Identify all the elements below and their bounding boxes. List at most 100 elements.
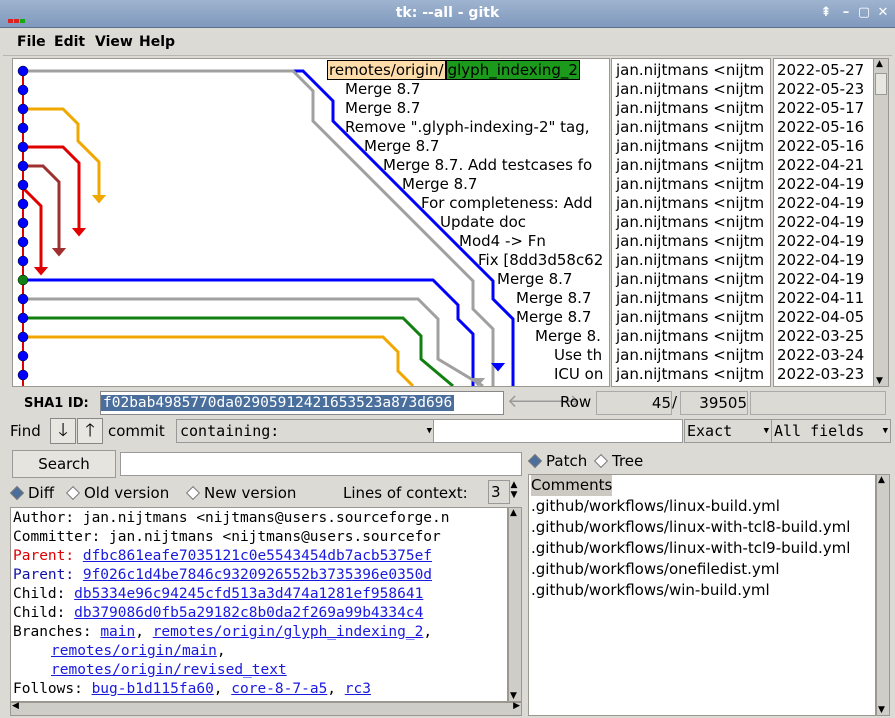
child-link[interactable]: db379086d0fb5a29182c8b0da2f269a99b4334c4 xyxy=(74,605,423,621)
branch-link[interactable]: main xyxy=(100,624,135,640)
scroll-down-icon[interactable]: ▼ xyxy=(878,705,885,715)
commit-author[interactable]: jan.nijtmans <nijtm xyxy=(616,365,764,384)
commit-date[interactable]: 2022-04-19 xyxy=(777,251,864,270)
commit-date[interactable]: 2022-05-27 xyxy=(777,61,864,80)
commit-author[interactable]: jan.nijtmans <nijtm xyxy=(616,194,764,213)
fields-select[interactable]: All fields ▼ xyxy=(771,419,891,443)
file-list-item[interactable]: Comments xyxy=(531,475,613,496)
commit-date[interactable]: 2022-05-23 xyxy=(777,80,864,99)
commit-author[interactable]: jan.nijtmans <nijtm xyxy=(616,289,764,308)
commit-subject[interactable]: Merge 8. xyxy=(535,327,601,346)
commit-date[interactable]: 2022-04-19 xyxy=(777,232,864,251)
find-up-icon[interactable]: 🡑 xyxy=(77,418,103,444)
file-list-item[interactable]: .github/workflows/onefiledist.yml xyxy=(531,559,780,580)
commit-date[interactable]: 2022-04-19 xyxy=(777,194,864,213)
commit-dot[interactable] xyxy=(17,312,29,324)
close-icon[interactable]: ✕ xyxy=(875,5,891,20)
branch-tag[interactable]: glyph_indexing_2 xyxy=(445,60,580,80)
commit-subject[interactable]: Merge 8.7 xyxy=(345,80,420,99)
search-button[interactable]: Search xyxy=(12,450,116,478)
commit-date[interactable]: 2022-04-21 xyxy=(777,156,864,175)
commit-author[interactable]: jan.nijtmans <nijtm xyxy=(616,251,764,270)
old-version-radio[interactable]: Old version xyxy=(65,484,169,502)
details-hscrollbar[interactable]: ◀ ▶ xyxy=(10,701,522,716)
scroll-up-icon[interactable]: ▲ xyxy=(510,508,517,518)
new-version-radio[interactable]: New version xyxy=(185,484,296,502)
commit-date[interactable]: 2022-04-19 xyxy=(777,270,864,289)
commit-author[interactable]: jan.nijtmans <nijtm xyxy=(616,308,764,327)
commit-author[interactable]: jan.nijtmans <nijtm xyxy=(616,137,764,156)
maximize-icon[interactable]: ▢ xyxy=(856,5,872,20)
commit-author[interactable]: jan.nijtmans <nijtm xyxy=(616,327,764,346)
commit-subject[interactable]: For completeness: Add xyxy=(421,194,593,213)
find-mode-select[interactable]: containing: ▼ xyxy=(176,419,435,443)
details-scrollbar[interactable]: ▲ ▼ xyxy=(508,507,522,702)
shade-icon[interactable]: ⇞ xyxy=(818,5,834,20)
commit-author[interactable]: jan.nijtmans <nijtm xyxy=(616,80,764,99)
commit-date[interactable]: 2022-03-25 xyxy=(777,327,864,346)
commit-author[interactable]: jan.nijtmans <nijtm xyxy=(616,118,764,137)
commit-dot[interactable] xyxy=(17,122,29,134)
commit-date[interactable]: 2022-04-19 xyxy=(777,175,864,194)
commit-dot[interactable] xyxy=(17,84,29,96)
commit-dot[interactable] xyxy=(17,65,29,77)
author-column[interactable]: jan.nijtmans <nijtm jan.nijtmans <nijtm ja… xyxy=(611,58,771,387)
commit-subject[interactable]: Mod4 -> Fn xyxy=(459,232,546,251)
commit-subject[interactable]: Merge 8.7 xyxy=(497,270,572,289)
menu-view[interactable]: View xyxy=(95,34,133,50)
commit-details[interactable]: Author: jan.nijtmans <nijtmans@users.sou… xyxy=(10,507,508,702)
commit-dot[interactable] xyxy=(17,236,29,248)
commit-author[interactable]: jan.nijtmans <nijtm xyxy=(616,175,764,194)
menu-help[interactable]: Help xyxy=(139,34,175,50)
commit-author[interactable]: jan.nijtmans <nijtm xyxy=(616,213,764,232)
commit-subject[interactable]: Merge 8.7. Add testcases fo xyxy=(383,156,592,175)
commit-date[interactable]: 2022-03-24 xyxy=(777,346,864,365)
file-list[interactable]: Comments .github/workflows/linux-build.y… xyxy=(528,474,876,716)
commit-dot[interactable] xyxy=(17,255,29,267)
commit-author[interactable]: jan.nijtmans <nijtm xyxy=(616,232,764,251)
file-list-item[interactable]: .github/workflows/linux-with-tcl8-build.… xyxy=(531,517,850,538)
menu-edit[interactable]: Edit xyxy=(54,34,85,50)
file-list-item[interactable]: .github/workflows/linux-with-tcl9-build.… xyxy=(531,538,850,559)
forward-arrow-icon[interactable]: 🡒 xyxy=(532,391,580,413)
scroll-up-icon[interactable]: ▲ xyxy=(878,475,885,485)
commit-subject[interactable]: Remove ".glyph-indexing-2" tag, xyxy=(345,118,590,137)
commit-subject[interactable]: Merge 8.7 xyxy=(345,99,420,118)
commit-dot[interactable] xyxy=(17,179,29,191)
tree-radio[interactable]: Tree xyxy=(593,452,643,470)
commit-subject[interactable]: Fix [8dd3d58c62 xyxy=(478,251,603,270)
patch-radio[interactable]: Patch xyxy=(527,452,587,470)
tag-link[interactable]: bug-b1d115fa60 xyxy=(92,681,214,697)
commit-dot[interactable] xyxy=(17,274,29,286)
commit-dot[interactable] xyxy=(17,217,29,229)
sha-input[interactable]: f02bab4985770da02905912421653523a873d696 xyxy=(100,391,504,415)
commit-date[interactable]: 2022-05-17 xyxy=(777,99,864,118)
context-input[interactable]: 3 xyxy=(488,480,510,504)
commit-date[interactable]: 2022-04-11 xyxy=(777,289,864,308)
commit-author[interactable]: jan.nijtmans <nijtm xyxy=(616,156,764,175)
scroll-down-icon[interactable]: ▼ xyxy=(876,376,883,386)
context-spinner[interactable]: ▲ ▼ xyxy=(508,480,520,502)
branch-link[interactable]: remotes/origin/revised_text xyxy=(51,662,287,678)
minimize-icon[interactable]: – xyxy=(838,5,854,20)
commit-author[interactable]: jan.nijtmans <nijtm xyxy=(616,99,764,118)
commit-subject[interactable]: Use th xyxy=(554,346,602,365)
find-input[interactable] xyxy=(433,419,683,443)
commit-subject[interactable]: ICU on xyxy=(554,365,603,384)
commit-date[interactable]: 2022-05-16 xyxy=(777,137,864,156)
commit-dot[interactable] xyxy=(17,350,29,362)
branch-link[interactable]: remotes/origin/main xyxy=(51,643,217,659)
commit-subject[interactable]: Merge 8.7 xyxy=(402,175,477,194)
commit-date[interactable]: 2022-05-16 xyxy=(777,118,864,137)
remote-tag[interactable]: remotes/origin/ xyxy=(327,60,446,80)
commit-author[interactable]: jan.nijtmans <nijtm xyxy=(616,346,764,365)
file-list-item[interactable]: .github/workflows/win-build.yml xyxy=(531,580,770,601)
commit-author[interactable]: jan.nijtmans <nijtm xyxy=(616,270,764,289)
menu-file[interactable]: File xyxy=(17,34,46,50)
tag-link[interactable]: rc3 xyxy=(345,681,371,697)
commit-subject[interactable]: Merge 8.7 xyxy=(516,289,591,308)
commit-date[interactable]: 2022-03-23 xyxy=(777,365,864,384)
commit-dot[interactable] xyxy=(17,141,29,153)
commit-graph-pane[interactable]: remotes/origin/glyph_indexing_2 Merge 8.… xyxy=(12,58,610,387)
find-down-icon[interactable]: 🡓 xyxy=(50,418,76,444)
